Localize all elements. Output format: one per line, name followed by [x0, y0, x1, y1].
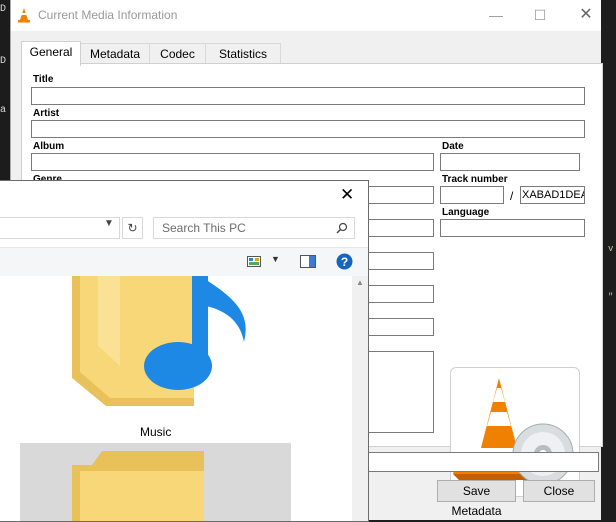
editor-glyph: " [608, 292, 614, 302]
terminal-glyph: D [0, 56, 7, 67]
preview-pane-icon[interactable] [300, 255, 316, 268]
title-label: Title [33, 74, 54, 85]
language-label: Language [442, 207, 490, 218]
search-placeholder: Search This PC [162, 221, 246, 235]
tab-statistics[interactable]: Statistics [205, 43, 281, 64]
close-window-button[interactable]: ✕ [572, 4, 600, 26]
terminal-glyph: D [0, 4, 7, 15]
track-separator: / [510, 189, 514, 203]
folder-icon[interactable] [62, 451, 212, 521]
date-label: Date [442, 141, 464, 152]
maximize-button[interactable]: ☐ [526, 4, 554, 26]
svg-text:?: ? [341, 255, 348, 269]
close-button[interactable]: Close [523, 480, 595, 502]
minimize-button[interactable]: — [482, 4, 510, 26]
tab-label: Metadata [89, 47, 141, 61]
vertical-scrollbar[interactable]: ▲ [352, 276, 368, 521]
view-toolbar: ▼ ? [0, 247, 368, 277]
search-icon[interactable] [336, 222, 348, 234]
address-bar[interactable] [0, 217, 120, 239]
save-metadata-button[interactable]: Save Metadata [437, 480, 516, 518]
tab-label: General [29, 45, 73, 59]
tab-label: Codec [160, 47, 195, 61]
chevron-down-icon[interactable]: ▼ [104, 218, 114, 229]
artist-label: Artist [33, 108, 60, 119]
track-total-field[interactable]: XABAD1DEA [520, 186, 585, 204]
album-art [450, 367, 580, 497]
artist-field[interactable] [31, 120, 585, 138]
date-field[interactable] [440, 153, 580, 171]
tab-metadata[interactable]: Metadata [80, 43, 150, 64]
window-title: Current Media Information [38, 8, 178, 22]
terminal-glyph: a [0, 105, 7, 116]
editor-glyph: v [608, 244, 614, 254]
track-number-field[interactable] [440, 186, 504, 204]
help-icon[interactable]: ? [336, 253, 353, 270]
chevron-down-icon[interactable]: ▼ [271, 254, 280, 264]
vlc-cone-icon [18, 8, 30, 23]
refresh-button[interactable]: ↻ [122, 217, 143, 239]
tab-general[interactable]: General [21, 41, 81, 66]
scroll-up-icon[interactable]: ▲ [356, 278, 364, 287]
folder-label-music: Music [140, 425, 172, 439]
tab-label: Statistics [218, 47, 267, 61]
file-list [0, 276, 352, 521]
album-field[interactable] [31, 153, 434, 171]
tab-codec[interactable]: Codec [149, 43, 206, 64]
language-field[interactable] [440, 219, 585, 237]
vlc-cone-cd-icon [453, 378, 574, 485]
track-number-label: Track number [442, 174, 508, 185]
music-folder-icon[interactable] [62, 276, 262, 416]
title-field[interactable] [31, 87, 585, 105]
view-options-icon[interactable] [247, 256, 261, 267]
close-icon[interactable]: ✕ [340, 185, 354, 205]
file-explorer-window: ✕ ▼ ↻ Search This PC ▼ ? Music ▲ [0, 180, 369, 522]
title-bar[interactable]: Current Media Information — ☐ ✕ [11, 0, 601, 31]
album-label: Album [33, 141, 65, 152]
